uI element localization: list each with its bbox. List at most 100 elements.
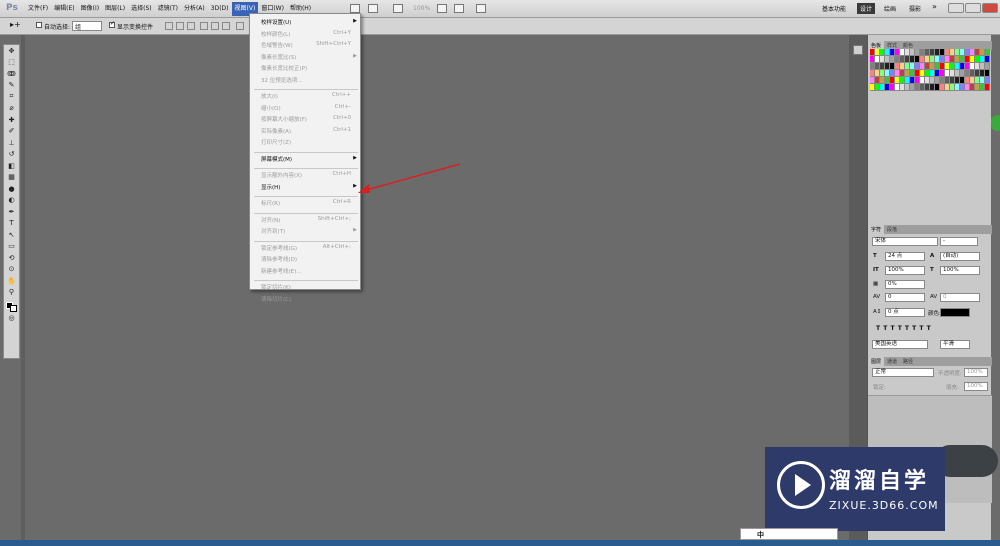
view-menu-dropdown: 校样设置(U) ▶ 校样颜色(L) Ctrl+Y 色域警告(W) Shift+Ctrl+Y… — [249, 13, 361, 303]
font-size-field[interactable]: 24 点 — [885, 252, 925, 261]
swatch[interactable] — [985, 49, 990, 56]
font-family-select[interactable]: 宋体 — [872, 237, 938, 246]
auto-select-dropdown[interactable]: 组 — [72, 21, 102, 31]
text-style-buttons[interactable]: TTTTTTTT — [876, 325, 976, 333]
color-swatches-icon[interactable] — [4, 298, 19, 312]
align-left-icon[interactable] — [200, 22, 208, 30]
bridge-icon[interactable] — [350, 4, 360, 13]
3d-orbit-tool-icon[interactable]: ⊙ — [4, 264, 19, 276]
workspace-design[interactable]: 设计 — [857, 3, 876, 14]
fill-field[interactable]: 100% — [964, 382, 988, 391]
menu-3[interactable]: 图层(L) — [102, 2, 128, 16]
close-button[interactable] — [982, 3, 998, 13]
zoom-level[interactable]: 100% — [413, 5, 430, 12]
font-style-select[interactable]: - — [940, 237, 978, 246]
move-tool-icon[interactable]: ▸+ — [10, 20, 21, 29]
shape-tool-icon[interactable]: ▭ — [4, 241, 19, 253]
minimize-button[interactable] — [948, 3, 964, 13]
menu-6[interactable]: 分析(A) — [181, 2, 208, 16]
pen-tool-icon[interactable]: ✒ — [4, 206, 19, 218]
ime-toolbar[interactable]: 中 — [740, 528, 838, 540]
more-workspaces-icon[interactable]: » — [932, 2, 937, 11]
menu-item-label: 校样颜色(L) — [261, 31, 291, 38]
swatch[interactable] — [985, 63, 990, 70]
tsume-field[interactable]: 0% — [885, 280, 925, 289]
menu-item-label: 校样设置(U) — [261, 20, 292, 26]
quick-select-tool-icon[interactable]: ✎ — [4, 80, 19, 92]
ime-mode-label[interactable]: 中 — [757, 530, 764, 540]
menu-item-shortcut: Ctrl+R — [332, 199, 351, 205]
taskbar[interactable] — [0, 540, 1000, 546]
status-ball-icon[interactable] — [991, 115, 1000, 131]
swatch[interactable] — [985, 77, 990, 84]
menu-separator — [254, 212, 358, 214]
quick-mask-icon[interactable]: ◎ — [4, 312, 19, 324]
healing-brush-tool-icon[interactable]: ✚ — [4, 114, 19, 126]
language-select[interactable]: 美国英语 — [872, 340, 928, 349]
3d-rotate-tool-icon[interactable]: ⟲ — [4, 252, 19, 264]
menu-5[interactable]: 滤镜(T) — [155, 2, 181, 16]
path-select-tool-icon[interactable]: ↖ — [4, 229, 19, 241]
eyedropper-tool-icon[interactable]: ⌀ — [4, 103, 19, 115]
tab-channels[interactable]: 通道 — [884, 357, 900, 366]
swatch[interactable] — [985, 84, 990, 91]
gradient-tool-icon[interactable]: ▦ — [4, 172, 19, 184]
text-color-swatch[interactable] — [940, 308, 970, 317]
align-vcenter-icon[interactable] — [176, 22, 184, 30]
tab-character[interactable]: 字符 — [868, 225, 885, 234]
antialias-select[interactable]: 平滑 — [940, 340, 970, 349]
crop-tool-icon[interactable]: ⌗ — [4, 91, 19, 103]
menu-7[interactable]: 3D(D) — [208, 2, 232, 16]
mini-bridge-icon[interactable] — [368, 4, 378, 13]
align-bottom-icon[interactable] — [187, 22, 195, 30]
arrange-documents-icon[interactable] — [476, 4, 486, 13]
rotate-view-icon[interactable] — [454, 4, 464, 13]
swatch[interactable] — [985, 70, 990, 77]
restore-button[interactable] — [965, 3, 981, 13]
menu-4[interactable]: 选择(S) — [128, 2, 155, 16]
menu-separator — [254, 151, 358, 153]
blend-mode-select[interactable]: 正常 — [872, 368, 934, 377]
vertical-scale-field[interactable]: 100% — [885, 266, 925, 275]
tab-paragraph[interactable]: 段落 — [884, 225, 900, 234]
auto-select-checkbox[interactable] — [36, 22, 42, 28]
menu-0[interactable]: 文件(F) — [25, 2, 51, 16]
align-right-icon[interactable] — [222, 22, 230, 30]
marquee-tool-icon[interactable]: ⬚ — [4, 57, 19, 69]
hand-tool-icon[interactable]: ✋ — [4, 275, 19, 287]
align-top-icon[interactable] — [165, 22, 173, 30]
show-transform-checkbox[interactable] — [109, 20, 115, 28]
type-tool-icon[interactable]: T — [4, 218, 19, 230]
blur-tool-icon[interactable]: ● — [4, 183, 19, 195]
brush-tool-icon[interactable]: ✐ — [4, 126, 19, 138]
swatch-grid[interactable] — [870, 49, 990, 91]
workspace-photography[interactable]: 摄影 — [909, 4, 921, 13]
eraser-tool-icon[interactable]: ◧ — [4, 160, 19, 172]
tracking-field[interactable]: 0 — [940, 293, 980, 302]
history-panel-icon[interactable] — [853, 45, 863, 55]
distribute-top-icon[interactable] — [236, 22, 244, 30]
menu-2[interactable]: 图像(I) — [78, 2, 102, 16]
workspace-painting[interactable]: 绘画 — [884, 4, 896, 13]
workspace-essentials[interactable]: 基本功能 — [822, 4, 846, 13]
opacity-field[interactable]: 100% — [964, 368, 988, 377]
leading-field[interactable]: (自动) — [940, 252, 980, 261]
view-extras-icon[interactable] — [393, 4, 403, 13]
toolbar-collapse-strip[interactable] — [21, 35, 25, 540]
swatch[interactable] — [985, 56, 990, 63]
horizontal-scale-field[interactable]: 100% — [940, 266, 980, 275]
lasso-tool-icon[interactable]: ↂ — [4, 68, 19, 80]
tab-paths[interactable]: 路径 — [900, 357, 916, 366]
hand-tool-icon[interactable] — [437, 4, 447, 13]
menu-1[interactable]: 编辑(E) — [51, 2, 77, 16]
menu-item-label: 锁定切片(K) — [261, 285, 291, 291]
clone-stamp-tool-icon[interactable]: ⊥ — [4, 137, 19, 149]
kerning-field[interactable]: 0 — [885, 293, 925, 302]
history-brush-tool-icon[interactable]: ↺ — [4, 149, 19, 161]
move-tool-icon[interactable]: ✥ — [4, 45, 19, 57]
tab-layers[interactable]: 图层 — [868, 357, 885, 366]
zoom-tool-icon[interactable]: ⚲ — [4, 287, 19, 299]
align-hcenter-icon[interactable] — [211, 22, 219, 30]
dodge-tool-icon[interactable]: ◐ — [4, 195, 19, 207]
baseline-field[interactable]: 0 点 — [885, 308, 925, 317]
